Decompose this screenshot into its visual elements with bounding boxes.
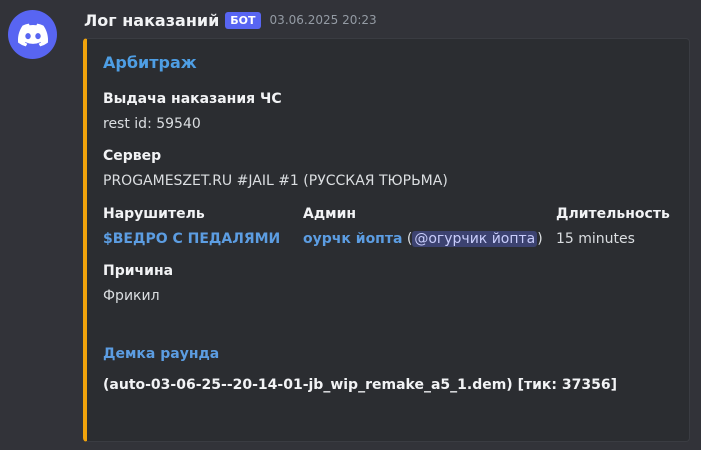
bot-avatar[interactable] bbox=[8, 10, 57, 59]
admin-mention[interactable]: @огурчик йопта bbox=[412, 231, 538, 247]
field-duration-name: Длительность bbox=[556, 206, 670, 222]
discord-logo-icon bbox=[17, 23, 48, 46]
field-punishment-value: rest id: 59540 bbox=[103, 116, 201, 132]
timestamp[interactable]: 03.06.2025 20:23 bbox=[270, 13, 377, 27]
username[interactable]: Лог наказаний bbox=[84, 11, 219, 30]
punishment-embed: Арбитраж Выдача наказания ЧС rest id: 59… bbox=[83, 38, 690, 442]
field-offender-name: Нарушитель bbox=[103, 206, 205, 222]
demo-file: (auto-03-06-25--20-14-01-jb_wip_remake_a… bbox=[103, 377, 617, 393]
bot-tag: БОТ bbox=[225, 11, 261, 29]
admin-link[interactable]: оурчк йопта bbox=[303, 231, 402, 247]
demo-title: Демка раунда bbox=[103, 346, 220, 362]
embed-author: Арбитраж bbox=[103, 53, 197, 72]
field-reason-value: Фрикил bbox=[103, 288, 160, 304]
field-reason-name: Причина bbox=[103, 263, 174, 279]
bot-message: Лог наказаний БОТ 03.06.2025 20:23 Арбит… bbox=[0, 0, 701, 450]
offender-link[interactable]: $ВЕДРО С ПЕДАЛЯМИ bbox=[103, 231, 280, 247]
field-admin-value: оурчк йопта (@огурчик йопта) bbox=[303, 231, 543, 247]
field-server-name: Сервер bbox=[103, 148, 162, 164]
field-admin-name: Админ bbox=[303, 206, 357, 222]
message-header: Лог наказаний БОТ 03.06.2025 20:23 bbox=[84, 8, 377, 32]
admin-close-paren: ) bbox=[537, 231, 543, 247]
field-punishment-name: Выдача наказания ЧС bbox=[103, 91, 282, 107]
field-server-value: PROGAMESZET.RU #JAIL #1 (РУССКАЯ ТЮРЬМА) bbox=[103, 173, 448, 189]
field-duration-value: 15 minutes bbox=[556, 231, 635, 247]
